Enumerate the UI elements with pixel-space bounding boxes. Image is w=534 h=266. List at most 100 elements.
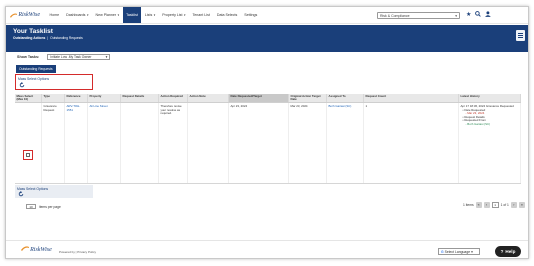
column-header[interactable]: Request Details [121,94,159,102]
cell-property[interactable]: Ali Line Street [88,103,121,183]
footer: RiskWise Powered by | Privacy Policy G S… [6,240,528,258]
total-items: 1 items [463,203,474,207]
nav-item-label: New Planner [95,13,117,17]
column-header[interactable]: Latest History [459,94,521,102]
cell-type: Grievance Request [42,103,65,183]
cell-assigned-to[interactable]: Borh Gariasi (SC) [327,103,364,183]
column-header[interactable]: Date Requested/Target [229,94,289,102]
cell-original-target: Mar 23, 2024 [289,103,327,183]
google-g-icon: G [441,249,444,254]
logo-swoosh-icon [10,13,18,18]
footer-logo: RiskWise [21,245,52,253]
page-of-label: 1 of 1 [500,203,509,207]
nav-item-tenant-list[interactable]: Tenant List [189,7,213,23]
chevron-down-icon: ▾ [153,13,156,17]
top-nav: RiskWise Home Dashboards ▾ New Planner ▾ Task… [6,7,528,24]
history-item: • Requested From - Borh Gariasi (SC) [463,119,519,126]
history-list: • Date Requested - Mar 23, 2024 • Request … [461,108,519,127]
nav-item-label: Property List [162,13,183,17]
star-icon[interactable]: ★ [466,11,471,19]
column-header[interactable]: Mass Select (Max 10) [15,94,42,102]
site-select-value: Risk & Compliance [380,13,410,18]
per-page-control: 10 items per page [26,204,61,209]
per-page-select[interactable]: 10 [26,204,36,209]
cell-latest-history: Apr 17 18:36, 2024 Grievance Requested •… [459,103,521,183]
top-icons: ★ [466,11,492,19]
breadcrumb: Outstanding Actions | Outstanding Requests [13,36,83,40]
nav-item-label: Data Selects [216,13,238,17]
column-header[interactable]: Request Count [364,94,459,102]
refresh-icon[interactable] [18,190,24,197]
page-input[interactable]: 1 [491,202,499,208]
language-select[interactable]: G Select Language ▾ [438,248,480,255]
chevron-down-icon: ▾ [86,13,89,17]
hamburger-menu-icon[interactable] [516,30,525,41]
prev-page-button[interactable]: ‹ [483,202,490,208]
chevron-down-icon: ▾ [183,13,186,17]
brand-logo[interactable]: RiskWise [6,7,40,24]
table-header: Mass Select (Max 10) Type Reference Propert… [15,94,521,103]
column-header[interactable]: Assigned To [327,94,364,102]
show-tasks-select[interactable]: Initiate Low .My Task Owner ▾ [47,54,111,60]
chevron-down-icon: ▾ [455,13,457,18]
search-icon[interactable] [475,11,482,19]
per-page-value: 10 [29,204,33,209]
nav-item-label: Settings [244,13,258,17]
nav-item-label: Tasklist [126,13,138,17]
refresh-icon[interactable] [19,81,25,88]
nav-item-label: Dashboards [66,13,86,17]
app-window: RiskWise Home Dashboards ▾ New Planner ▾ Task… [5,6,529,259]
first-page-button[interactable]: « [475,202,482,208]
logo-swoosh-icon [21,246,29,251]
column-header[interactable]: Action Note [188,94,229,102]
nav-item-label: Home [49,13,60,17]
nav-item-data-selects[interactable]: Data Selects [213,7,240,23]
logo-text: RiskWise [18,12,40,18]
column-header[interactable]: Action Required [159,94,188,102]
user-settings-icon[interactable] [485,11,492,19]
nav-menu: Home Dashboards ▾ New Planner ▾ Tasklist Lists… [46,7,261,23]
column-header[interactable]: Reference [65,94,88,102]
nav-item-settings[interactable]: Settings [241,7,261,23]
nav-item-home[interactable]: Home [46,7,63,23]
mass-select-options-top: Mass Select Options [15,74,93,90]
nav-item-tasklist[interactable]: Tasklist [122,7,142,23]
help-icon: ? [500,249,504,254]
site-select[interactable]: Risk & Compliance ▾ [377,12,460,19]
footer-logo-text: RiskWise [30,247,52,253]
cell-request-details [121,103,159,183]
mass-select-options-bottom: Mass Select Options [15,185,93,198]
column-header[interactable]: Original Action Target Date [289,94,327,102]
title-bar: Your Tasklist Outstanding Actions | Outsta… [6,25,528,52]
cell-request-count: 1 [364,103,459,183]
next-page-button[interactable]: › [510,202,517,208]
mass-select-checkbox-highlight [22,150,33,160]
cell-date-requested: Apr 23, 2024 [229,103,289,183]
history-value: - Borh Gariasi (SC) [465,121,491,126]
chevron-down-icon: ▾ [471,249,473,254]
nav-item-dashboards[interactable]: Dashboards ▾ [63,7,92,23]
show-tasks-label: Show Tasks: [17,55,40,59]
tab-outstanding-requests[interactable]: Outstanding Requests [16,65,56,73]
cell-action-note [188,103,229,183]
nav-item-lists[interactable]: Lists ▾ [141,7,158,23]
chevron-down-icon: ▾ [105,55,108,59]
breadcrumb-outstanding-actions[interactable]: Outstanding Actions [13,36,45,40]
mass-select-label: Mass Select Options [18,76,50,81]
help-label: Help [505,249,516,254]
last-page-button[interactable]: » [518,202,525,208]
cell-reference[interactable]: ARV-TOH-1551 [65,103,88,183]
nav-item-property-list[interactable]: Property List ▾ [159,7,189,23]
row-checkbox[interactable] [25,153,30,157]
nav-item-label: Lists [144,13,153,17]
breadcrumb-outstanding-requests[interactable]: Outstanding Requests [50,36,83,40]
column-header[interactable]: Type [42,94,65,102]
show-tasks-filter: Show Tasks: Initiate Low .My Task Owner … [17,54,111,60]
column-header[interactable]: Property [88,94,121,102]
help-button[interactable]: ? Help [495,246,521,257]
pagination: 1 items « ‹ 1 1 of 1 › » [463,202,525,208]
language-label: Select Language [444,249,471,254]
page-title: Your Tasklist [13,28,53,35]
nav-item-new-planner[interactable]: New Planner ▾ [92,7,123,23]
footer-links[interactable]: Powered by | Privacy Policy [59,250,96,254]
